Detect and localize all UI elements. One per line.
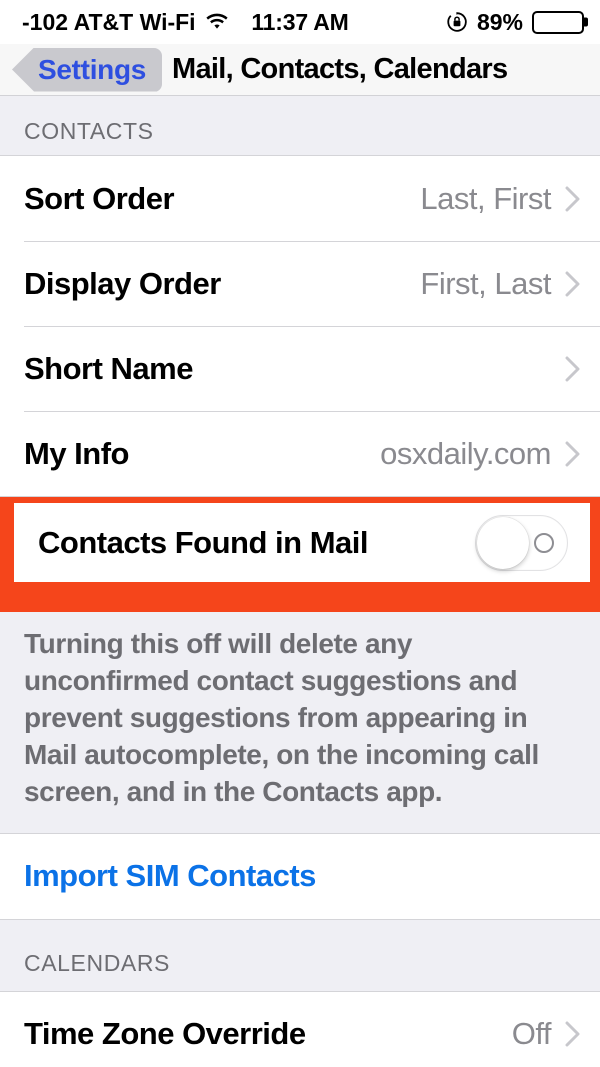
toggle-off-indicator-icon <box>534 532 554 553</box>
row-my-info[interactable]: My Info osxdaily.com <box>0 411 600 496</box>
row-accessory: osxdaily.com <box>380 436 580 472</box>
row-value: Last, First <box>420 180 551 216</box>
back-button[interactable]: Settings <box>12 47 163 92</box>
contacts-settings-group: Sort Order Last, First Display Order Fir… <box>0 155 600 497</box>
toggle-knob <box>477 516 529 569</box>
row-label: Display Order <box>24 265 221 301</box>
battery-percent-label: 89% <box>476 8 523 35</box>
chevron-right-icon <box>565 356 580 381</box>
row-accessory: Last, First <box>420 181 580 217</box>
row-short-name[interactable]: Short Name <box>0 326 600 411</box>
status-bar-right: 89% <box>446 9 584 36</box>
battery-icon <box>532 10 584 34</box>
page-title: Mail, Contacts, Calendars <box>172 53 508 85</box>
section-header-contacts: CONTACTS <box>0 96 600 155</box>
row-value: First, Last <box>420 265 551 301</box>
chevron-right-icon <box>565 186 580 211</box>
row-label: Sort Order <box>24 180 175 216</box>
row-value: osxdaily.com <box>380 435 551 471</box>
import-sim-group: Import SIM Contacts <box>0 832 600 920</box>
rotation-lock-icon <box>447 12 467 32</box>
back-button-label: Settings <box>38 53 147 85</box>
row-display-order[interactable]: Display Order First, Last <box>0 241 600 326</box>
row-time-zone-override[interactable]: Time Zone Override Off <box>0 991 600 1067</box>
iphone-settings-screen: -102 AT&T Wi-Fi 11:37 AM 89% Settings Ma… <box>0 0 600 1067</box>
annotation-highlight-box: Contacts Found in Mail <box>0 497 600 612</box>
chevron-right-icon <box>565 441 580 466</box>
import-sim-contacts-label: Import SIM Contacts <box>24 858 316 894</box>
calendars-settings-group: Time Zone Override Off <box>0 990 600 1067</box>
row-accessory: Off <box>512 1016 580 1052</box>
row-value: Off <box>511 1016 552 1052</box>
row-accessory <box>551 356 580 382</box>
navigation-bar: Settings Mail, Contacts, Calendars <box>0 44 600 96</box>
footer-note-contacts-found-in-mail: Turning this off will delete any unconfi… <box>0 612 600 833</box>
row-contacts-found-in-mail[interactable]: Contacts Found in Mail <box>14 503 590 582</box>
row-import-sim-contacts[interactable]: Import SIM Contacts <box>0 833 600 919</box>
status-bar: -102 AT&T Wi-Fi 11:37 AM 89% <box>0 0 600 44</box>
contacts-found-in-mail-toggle[interactable] <box>475 514 568 571</box>
chevron-right-icon <box>565 1021 580 1047</box>
chevron-right-icon <box>565 271 580 296</box>
section-header-calendars: CALENDARS <box>0 919 600 991</box>
row-accessory: First, Last <box>420 266 580 302</box>
row-sort-order[interactable]: Sort Order Last, First <box>0 156 600 241</box>
row-accessory <box>475 514 570 571</box>
row-label: Short Name <box>24 350 193 386</box>
row-label: My Info <box>24 435 130 471</box>
row-label: Time Zone Override <box>24 1016 306 1052</box>
row-label: Contacts Found in Mail <box>38 524 369 560</box>
